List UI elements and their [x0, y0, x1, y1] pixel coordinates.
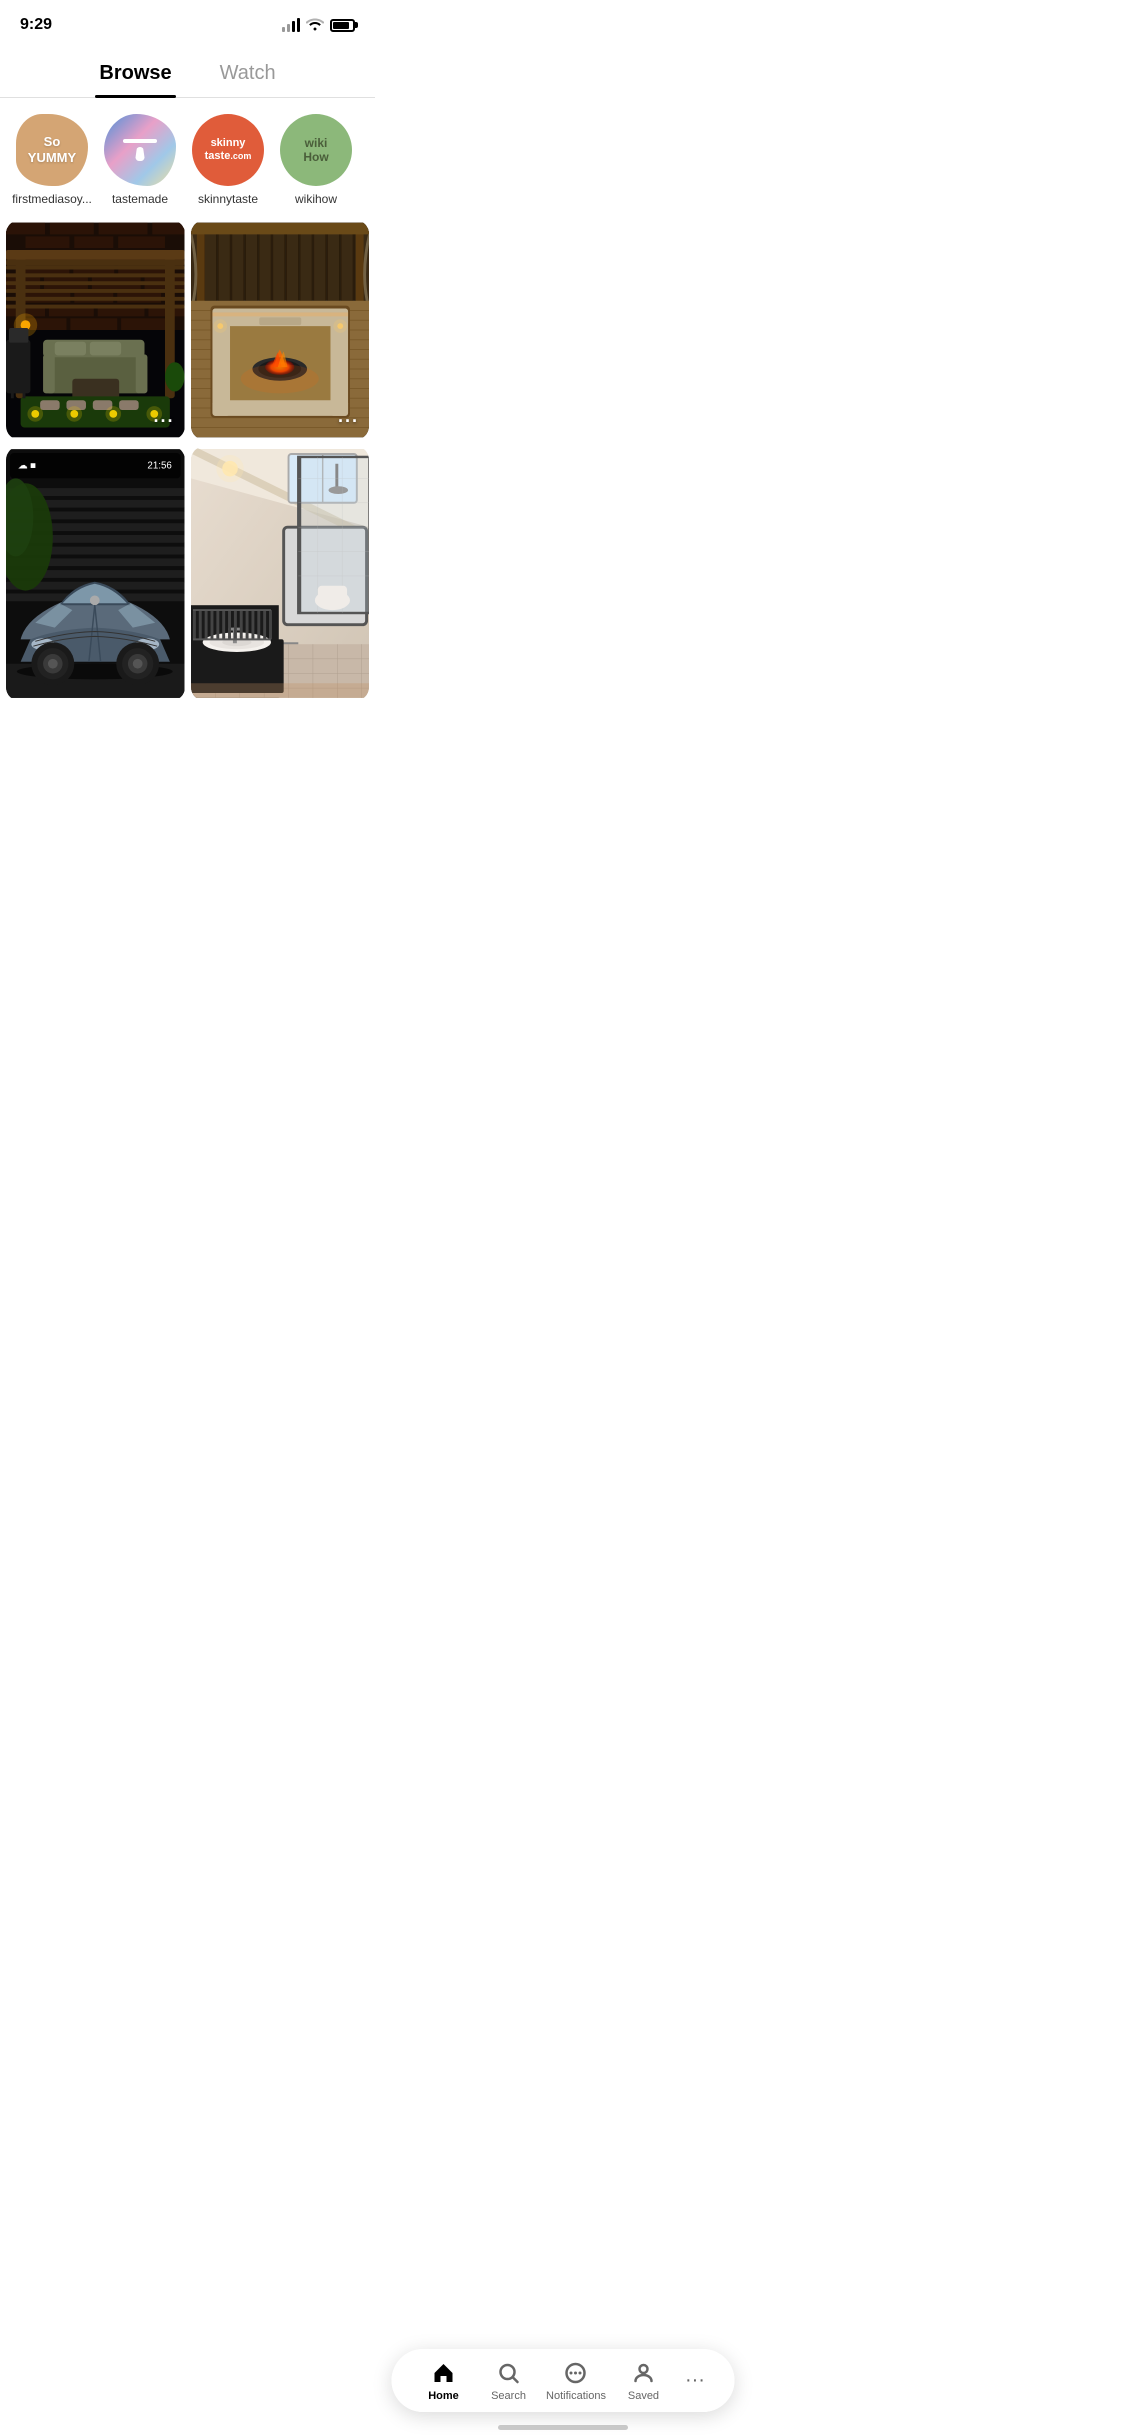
pin-column-right: ···	[191, 220, 370, 701]
svg-text:☁ ■: ☁ ■	[18, 461, 36, 472]
nav-more-button[interactable]: ···	[681, 2365, 709, 2396]
channel-name-tastemade: tastemade	[112, 192, 168, 206]
pin-image-bathroom	[191, 446, 370, 701]
home-indicator	[498, 2425, 628, 2430]
nav-item-search[interactable]: Search	[481, 2359, 536, 2402]
wifi-icon	[306, 17, 324, 34]
battery-icon	[330, 19, 355, 32]
pin-image-patio-night	[6, 220, 185, 440]
channel-avatar-tastemade	[104, 114, 176, 186]
channel-firstmediasoy[interactable]: SoYUMMY firstmediasoy...	[8, 114, 96, 206]
pin-card-bathroom[interactable]	[191, 446, 370, 701]
status-bar: 9:29	[0, 0, 375, 44]
nav-label-saved: Saved	[628, 2390, 659, 2402]
pin-card-car[interactable]: ☁ ■ 21:56	[6, 446, 185, 701]
status-icons	[282, 17, 355, 34]
nav-item-notifications[interactable]: Notifications	[546, 2359, 606, 2402]
nav-item-home[interactable]: Home	[416, 2359, 471, 2402]
home-icon	[430, 2359, 458, 2387]
channels-row: SoYUMMY firstmediasoy... tastemade skinn…	[0, 98, 375, 214]
channel-avatar-soyummy: SoYUMMY	[16, 114, 88, 186]
pin-column-left: ···	[6, 220, 185, 701]
pin-image-car: ☁ ■ 21:56	[6, 446, 185, 701]
pin-grid: ···	[0, 214, 375, 701]
pin-more-firepit[interactable]: ···	[338, 411, 359, 432]
notifications-icon	[562, 2359, 590, 2387]
nav-item-saved[interactable]: Saved	[616, 2359, 671, 2402]
channel-avatar-skinnytaste: skinnytaste.com	[192, 114, 264, 186]
channel-name-wikihow: wikihow	[295, 192, 337, 206]
tab-watch[interactable]: Watch	[216, 54, 280, 97]
saved-icon	[629, 2359, 657, 2387]
tabs: Browse Watch	[0, 44, 375, 98]
channel-name-skinnytaste: skinnytaste	[198, 192, 258, 206]
search-icon	[495, 2359, 523, 2387]
pin-image-firepit	[191, 220, 370, 440]
tab-browse[interactable]: Browse	[95, 54, 175, 97]
channel-name-firstmediasoy: firstmediasoy...	[12, 192, 92, 206]
status-time: 9:29	[20, 16, 52, 34]
svg-text:21:56: 21:56	[147, 461, 171, 472]
nav-label-home: Home	[428, 2390, 459, 2402]
pin-card-patio-night[interactable]: ···	[6, 220, 185, 440]
channel-avatar-wikihow: wikiHow	[280, 114, 352, 186]
signal-icon	[282, 18, 300, 32]
channel-tastemade[interactable]: tastemade	[96, 114, 184, 206]
channel-wikihow[interactable]: wikiHow wikihow	[272, 114, 360, 206]
nav-label-search: Search	[491, 2390, 526, 2402]
bottom-nav-wrapper: Home Search Notifications	[375, 2341, 750, 2436]
pin-card-firepit[interactable]: ···	[191, 220, 370, 440]
bottom-nav: Home Search Notifications	[391, 2349, 734, 2412]
pin-more-patio[interactable]: ···	[154, 411, 175, 432]
nav-label-notifications: Notifications	[546, 2390, 606, 2402]
channel-skinnytaste[interactable]: skinnytaste.com skinnytaste	[184, 114, 272, 206]
